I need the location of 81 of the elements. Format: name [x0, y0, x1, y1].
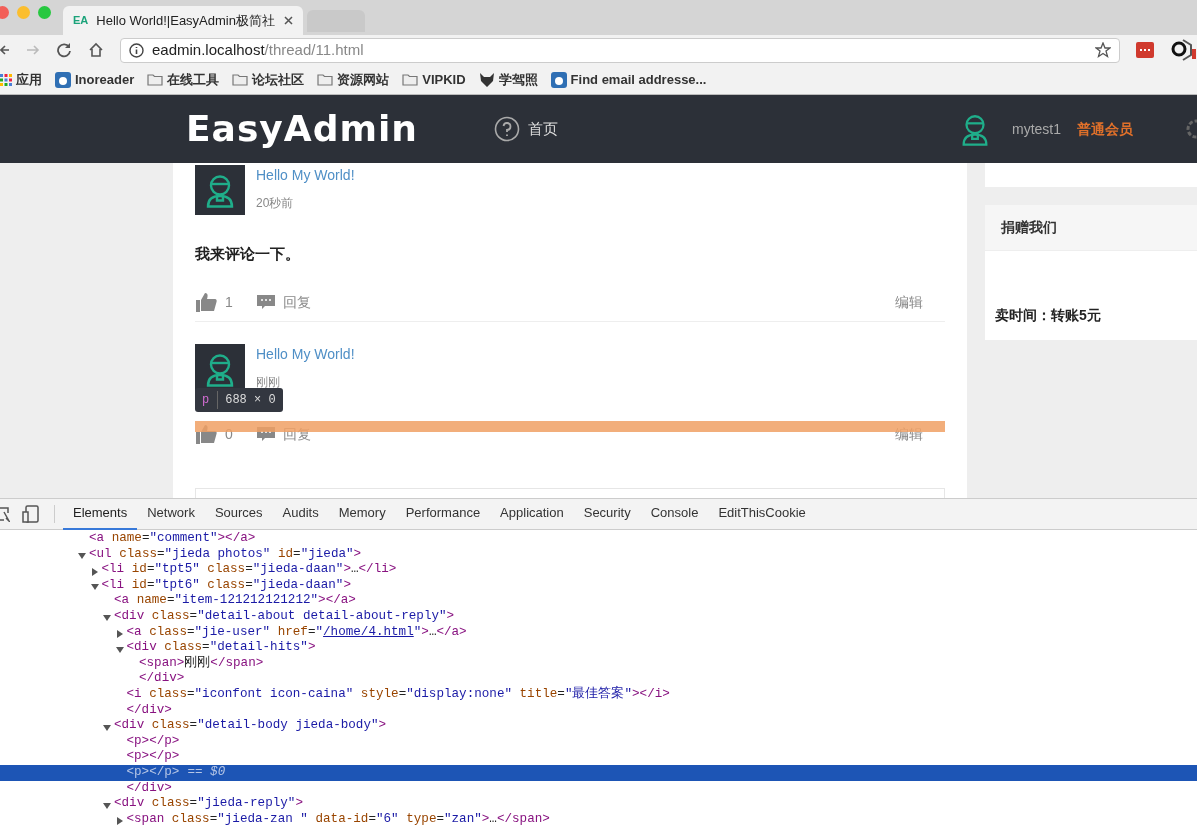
- close-icon[interactable]: [284, 16, 293, 25]
- caret-icon[interactable]: [115, 645, 124, 654]
- timestamp: 20秒前: [256, 195, 295, 212]
- question-icon: [493, 116, 520, 142]
- code-line[interactable]: <div class="jieda-reply">: [0, 796, 1197, 812]
- code-line[interactable]: <div class="detail-about detail-about-reply">: [0, 608, 1197, 625]
- code-line[interactable]: </div>: [0, 671, 1197, 687]
- code-line[interactable]: <span class="jieda-zan " data-id="6" type="zan">…</span>: [0, 811, 1197, 828]
- devtools-tab[interactable]: Performance: [395, 498, 491, 530]
- caret-icon[interactable]: [90, 567, 99, 576]
- app-icon: [55, 71, 71, 88]
- comment-text: 我来评论一下。: [195, 244, 301, 264]
- devtools-tab[interactable]: Security: [573, 498, 641, 530]
- bookmark[interactable]: VIPKID: [402, 69, 466, 90]
- code-line[interactable]: </div>: [0, 780, 1197, 797]
- bookmark[interactable]: 学驾照: [478, 69, 538, 90]
- caret-icon[interactable]: [78, 552, 86, 561]
- thumbs-up-icon: [195, 292, 217, 312]
- fox-icon: [478, 71, 495, 88]
- site-logo[interactable]: EasyAdmin: [186, 102, 418, 156]
- favicon: EA: [73, 13, 89, 29]
- edit-link[interactable]: 编辑: [895, 291, 923, 313]
- panel-text: 卖时间：转账5元: [994, 306, 1102, 325]
- reload-icon[interactable]: [56, 42, 72, 58]
- code-line[interactable]: <div class="detail-body jieda-body">: [0, 718, 1197, 734]
- devtools-tab[interactable]: EditThisCookie: [708, 498, 816, 530]
- info-icon: [129, 42, 144, 58]
- app-icon: [550, 71, 567, 88]
- back-icon[interactable]: [0, 43, 10, 57]
- code-line[interactable]: <li id="tpt6" class="jieda-daan">: [0, 577, 1197, 594]
- code-line[interactable]: <span>刚刚</span>: [0, 655, 1197, 672]
- caret-icon[interactable]: [115, 817, 124, 826]
- caret-icon[interactable]: [103, 614, 111, 623]
- inspect-icon[interactable]: [0, 506, 10, 522]
- code-line[interactable]: <p></p>: [0, 749, 1197, 765]
- folder-icon: [402, 73, 419, 86]
- author-link[interactable]: Hello My World!: [256, 165, 355, 186]
- member-role-label: 普通会员: [1077, 119, 1133, 139]
- home-icon[interactable]: [88, 42, 104, 58]
- code-line[interactable]: <i class="iconfont icon-caina" style="display:none" title="最佳答案"></i>: [0, 686, 1197, 703]
- star-icon[interactable]: [1095, 42, 1111, 58]
- code-line[interactable]: <a name="item-121212121212"></a>: [0, 593, 1197, 609]
- panel-title: 捐赠我们: [985, 205, 1197, 251]
- author-link[interactable]: Hello My World!: [256, 343, 355, 365]
- code-line[interactable]: </div>: [0, 702, 1197, 719]
- apps-icon: [0, 73, 12, 86]
- code-line[interactable]: <a class="jie-user" href="/home/4.html">…</a>: [0, 624, 1197, 641]
- devtools-tab[interactable]: Sources: [204, 498, 273, 530]
- caret-icon[interactable]: [115, 630, 124, 639]
- bookmark[interactable]: 资源网站: [317, 69, 390, 90]
- devtools-tab[interactable]: Network: [137, 498, 205, 530]
- caret-icon[interactable]: [103, 801, 111, 810]
- devtools-tab[interactable]: Console: [640, 498, 709, 530]
- devtools-tab[interactable]: Memory: [328, 498, 396, 530]
- like-button[interactable]: 1: [195, 291, 233, 313]
- code-line[interactable]: <ul class="jieda photos" id="jieda">: [0, 546, 1197, 563]
- devtools-tab[interactable]: Audits: [272, 498, 329, 530]
- bookmark[interactable]: 应用: [0, 69, 42, 90]
- bookmark[interactable]: 论坛社区: [232, 69, 305, 90]
- address-field[interactable]: eadmin.localhost/thread/11.html: [120, 37, 1120, 63]
- caret-icon[interactable]: [90, 583, 99, 592]
- element-tooltip: p 688 × 0: [195, 387, 283, 412]
- folder-icon: [317, 73, 334, 86]
- extension-icon[interactable]: [1170, 37, 1196, 63]
- code-line[interactable]: <div class="detail-hits">: [0, 640, 1197, 656]
- reply-button[interactable]: 回复: [256, 291, 311, 313]
- bookmark[interactable]: Find email addresse...: [550, 69, 707, 90]
- code-line[interactable]: <li id="tpt5" class="jieda-daan">…</li>: [0, 562, 1197, 578]
- code-line[interactable]: <a name="comment"></a>: [0, 531, 1197, 547]
- browser-tab[interactable]: EA Hello World!|EasyAdmin极简社: [63, 6, 303, 35]
- code-line[interactable]: <p></p>: [0, 733, 1197, 750]
- bookmark[interactable]: 在线工具: [147, 69, 220, 90]
- folder-icon: [232, 73, 249, 86]
- user-name-link[interactable]: mytest1: [1012, 118, 1061, 140]
- devtools-tab[interactable]: Application: [490, 498, 574, 530]
- device-icon[interactable]: [22, 505, 40, 523]
- nav-link[interactable]: 首页: [493, 116, 558, 142]
- caret-icon[interactable]: [103, 723, 111, 732]
- comment-icon: [256, 294, 275, 310]
- folder-icon: [147, 73, 164, 86]
- bookmark[interactable]: Inoreader: [55, 69, 135, 90]
